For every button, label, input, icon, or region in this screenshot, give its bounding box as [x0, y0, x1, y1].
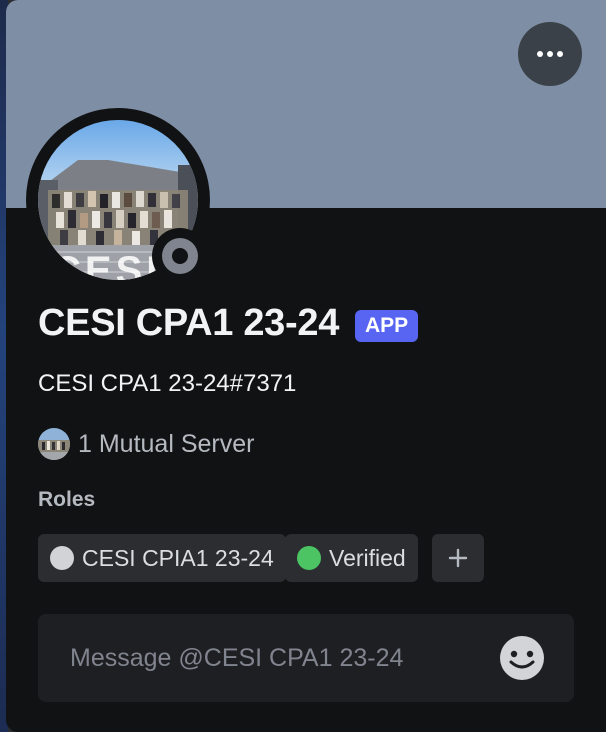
offline-status-icon	[162, 238, 198, 274]
message-box	[38, 614, 574, 702]
status-indicator	[152, 228, 208, 284]
mutual-servers-button[interactable]: 1 Mutual Server	[38, 426, 254, 462]
role-verified[interactable]: Verified	[285, 534, 418, 582]
more-options-icon	[537, 51, 563, 57]
role-cesi-cpia1[interactable]: CESI CPIA1 23-24	[38, 534, 286, 582]
message-input[interactable]	[38, 614, 498, 702]
add-role-button[interactable]	[432, 534, 484, 582]
app-badge: APP	[355, 310, 419, 342]
server-icon	[38, 428, 70, 460]
user-profile-popout: CESI CESI CPA1 23-24 APP CESI CPA1 23-24…	[6, 0, 606, 732]
role-color-dot	[50, 546, 74, 570]
emoji-icon	[500, 636, 544, 680]
plus-icon	[448, 548, 468, 568]
mutual-servers-label: 1 Mutual Server	[78, 429, 255, 458]
display-name: CESI CPA1 23-24	[38, 302, 340, 344]
role-label: Verified	[329, 544, 406, 571]
roles-heading: Roles	[38, 488, 96, 511]
more-options-button[interactable]	[518, 22, 582, 86]
username: CESI CPA1 23-24#7371	[38, 370, 297, 397]
role-label: CESI CPIA1 23-24	[82, 544, 274, 571]
emoji-button[interactable]	[498, 634, 546, 682]
role-color-dot	[297, 546, 321, 570]
